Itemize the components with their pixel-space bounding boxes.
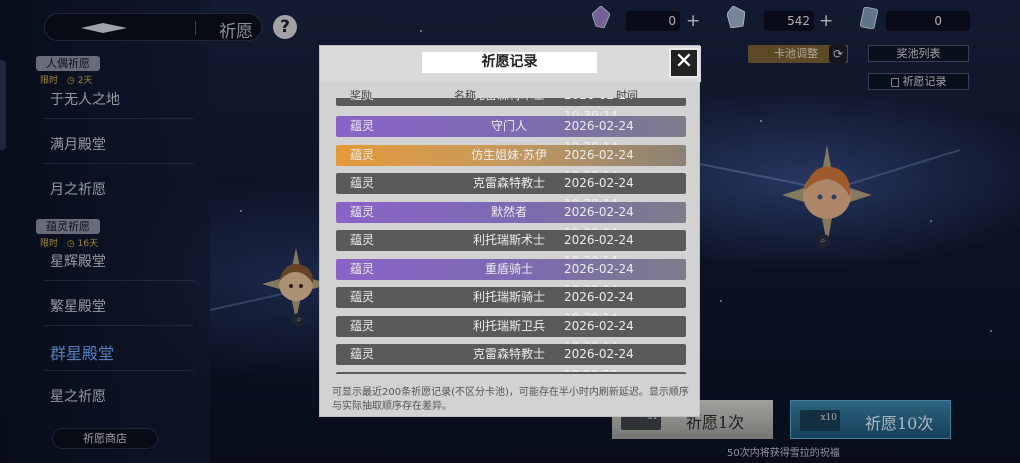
- table-row: 蕴灵 克雷森特教士 2026-02-24 10:30:14: [336, 173, 686, 211]
- record-reward: 蕴灵: [350, 119, 375, 133]
- table-row: 蕴灵 重盾骑士 2026-02-24 10:30:14: [336, 259, 686, 297]
- table-row: 蕴灵 克雷森特术士 2026-02-24 10:30:14: [336, 98, 686, 123]
- record-name: 仿生姐妹·苏伊: [471, 148, 547, 162]
- record-reward: 蕴灵: [350, 347, 375, 361]
- close-button[interactable]: ✕: [669, 48, 699, 78]
- table-row: 蕴灵 利托瑞斯骑士 2026-02-24 10:30:14: [336, 287, 686, 325]
- record-footnote: 可显示最近200条祈愿记录(不区分卡池)，可能存在半小时内刷新延迟。显示顺序与实…: [332, 387, 689, 412]
- record-time: 2026-02-24 10:29:50: [564, 347, 634, 374]
- record-name: 默然者: [490, 205, 527, 219]
- record-name: 重盾骑士: [484, 262, 533, 276]
- record-reward: 蕴灵: [350, 262, 375, 276]
- table-row: 蕴灵 默然者 2026-02-24 10:30:14: [336, 202, 686, 240]
- table-row: 蕴灵 守门人 2026-02-24 10:30:14: [336, 116, 686, 154]
- table-row: [336, 372, 686, 374]
- record-reward: 蕴灵: [350, 98, 374, 106]
- record-reward: 蕴灵: [350, 176, 375, 190]
- record-list[interactable]: 蕴灵 克雷森特术士 2026-02-24 10:30:14 蕴灵 守门人 202…: [331, 98, 686, 374]
- table-row: 蕴灵 仿生姐妹·苏伊 2026-02-24 10:30:14: [336, 145, 686, 183]
- record-name: 守门人: [490, 119, 527, 133]
- record-reward: 蕴灵: [350, 319, 375, 333]
- record-name: 利托瑞斯骑士: [472, 290, 545, 304]
- wish-record-dialog: 祈愿记录 ✕ 奖励 名称 时间 蕴灵 克雷森特术士 2026-02-24 10:…: [319, 45, 701, 417]
- record-reward: 蕴灵: [350, 205, 375, 219]
- table-row: 蕴灵 克雷森特教士 2026-02-24 10:29:50: [336, 344, 686, 374]
- record-name: 利托瑞斯术士: [472, 233, 545, 247]
- record-name: 利托瑞斯卫兵: [472, 319, 545, 333]
- dialog-title: 祈愿记录: [422, 52, 597, 73]
- record-name: 克雷森特术士: [436, 98, 582, 106]
- record-name: 克雷森特教士: [472, 347, 545, 361]
- record-reward: 蕴灵: [350, 290, 375, 304]
- record-name: 克雷森特教士: [472, 176, 545, 190]
- table-row: 蕴灵 利托瑞斯术士 2026-02-24 10:30:14: [336, 230, 686, 268]
- dialog-header: 祈愿记录 ✕: [320, 46, 701, 82]
- record-reward: 蕴灵: [350, 233, 375, 247]
- table-row: 蕴灵 利托瑞斯卫兵 2026-02-24 10:30:14: [336, 316, 686, 354]
- record-reward: 蕴灵: [350, 148, 375, 162]
- gacha-screen: 祈愿 ? 人偶祈愿 限时 ◷ 2天 于无人之地 满月殿堂 月之祈愿 蕴灵祈愿 限…: [0, 0, 1020, 463]
